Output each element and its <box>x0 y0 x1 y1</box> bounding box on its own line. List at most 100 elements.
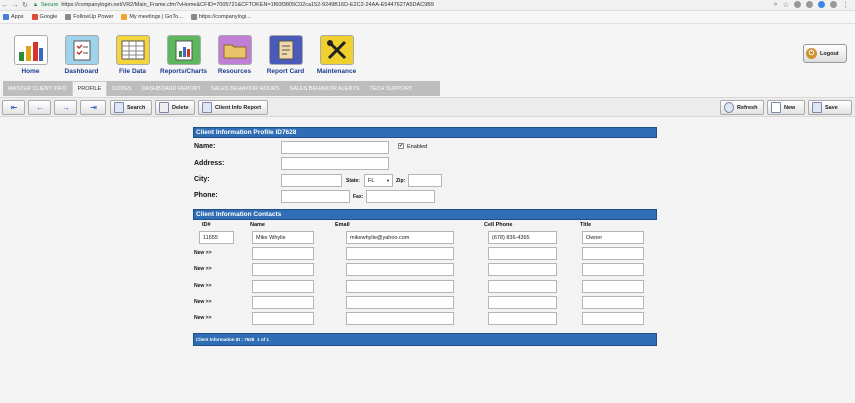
zip-input[interactable] <box>408 174 442 187</box>
extension-icon[interactable] <box>806 1 813 8</box>
new-contact-title-input[interactable] <box>582 280 644 293</box>
tab-sales-behavior-hours[interactable]: SALES BEHAVIOR HOURS <box>206 81 285 96</box>
page-icon <box>65 14 72 20</box>
previous-record-button[interactable]: ← <box>28 100 51 115</box>
new-contact-name-input[interactable] <box>252 280 314 293</box>
address-input[interactable] <box>281 157 389 170</box>
client-id-footer: Client Information ID : 7628 <box>196 337 255 342</box>
new-contact-name-input[interactable] <box>252 247 314 260</box>
tab-sales-behavior-alerts[interactable]: SALES BEHAVIOR ALERTS <box>285 81 365 96</box>
col-email: Email <box>335 222 350 228</box>
forward-icon[interactable]: → <box>10 2 20 9</box>
logout-button[interactable]: ⏻ Logout <box>803 44 847 63</box>
city-input[interactable] <box>281 174 342 187</box>
new-row-label: New >> <box>194 250 212 256</box>
bookmark-google[interactable]: Google <box>31 14 57 20</box>
main-nav: Home Dashboard File Data Reports/Charts … <box>0 24 855 75</box>
new-contact-email-input[interactable] <box>346 263 454 276</box>
contact-name-input[interactable]: Mike Whylie <box>252 231 314 244</box>
page-icon <box>190 14 197 20</box>
state-label: State: <box>346 178 360 184</box>
secure-lock-icon: 🔒︎ <box>34 1 37 8</box>
nav-report-card[interactable]: Report Card <box>260 35 311 75</box>
tab-codes[interactable]: CODES <box>107 81 137 96</box>
reload-icon[interactable]: ↻ <box>20 1 30 9</box>
bookmark-meetings[interactable]: My meetings | GoTo... <box>121 14 183 20</box>
zoom-icon[interactable]: ⌕ <box>774 1 778 9</box>
tab-dashboard-report[interactable]: DASHBOARD REPORT <box>137 81 206 96</box>
new-contact-cell-input[interactable] <box>488 280 557 293</box>
zip-label: Zip: <box>396 178 406 184</box>
contact-id-input[interactable]: 11655 <box>199 231 234 244</box>
search-icon <box>114 102 124 113</box>
new-contact-title-input[interactable] <box>582 312 644 325</box>
contact-title-input[interactable]: Owner <box>582 231 644 244</box>
app-header: Home Dashboard File Data Reports/Charts … <box>0 24 855 80</box>
next-record-button[interactable]: → <box>54 100 77 115</box>
contact-email-input[interactable]: mikewhylie@yahoo.com <box>346 231 454 244</box>
new-contact-email-input[interactable] <box>346 280 454 293</box>
new-contact-title-input[interactable] <box>582 296 644 309</box>
search-button[interactable]: Search <box>110 100 152 115</box>
bookmark-apps[interactable]: Apps <box>3 14 24 20</box>
new-contact-name-input[interactable] <box>252 296 314 309</box>
new-contact-name-input[interactable] <box>252 312 314 325</box>
new-row-label: New >> <box>194 315 212 321</box>
nav-dashboard[interactable]: Dashboard <box>56 35 107 75</box>
google-icon <box>31 14 38 20</box>
new-contact-name-input[interactable] <box>252 263 314 276</box>
new-contact-title-input[interactable] <box>582 247 644 260</box>
delete-button[interactable]: Delete <box>155 100 195 115</box>
extension-icon[interactable] <box>794 1 801 8</box>
star-icon[interactable]: ☆ <box>783 1 789 9</box>
spreadsheet-icon <box>115 35 150 65</box>
new-contact-title-input[interactable] <box>582 263 644 276</box>
new-contact-email-input[interactable] <box>346 296 454 309</box>
new-contact-cell-input[interactable] <box>488 312 557 325</box>
last-record-button[interactable]: ⇥ <box>80 100 106 115</box>
nav-file-data[interactable]: File Data <box>107 35 158 75</box>
nav-home[interactable]: Home <box>5 35 56 75</box>
nav-resources[interactable]: Resources <box>209 35 260 75</box>
new-contact-cell-input[interactable] <box>488 263 557 276</box>
name-input[interactable] <box>281 141 389 154</box>
bar-chart-icon <box>13 35 48 65</box>
client-info-report-button[interactable]: Client Info Report <box>198 100 268 115</box>
nav-maintenance[interactable]: Maintenance <box>311 35 362 75</box>
address-bar[interactable]: https://companylogin.net/VR2/Main_Frame.… <box>61 2 621 8</box>
state-select[interactable]: FL ▼ <box>364 174 393 187</box>
fax-label: Fax: <box>353 194 364 200</box>
report-icon <box>202 102 212 113</box>
contact-cell-input[interactable]: (678) 836-4365 <box>488 231 557 244</box>
extension-icon[interactable] <box>818 1 825 8</box>
nav-reports-charts[interactable]: Reports/Charts <box>158 35 209 75</box>
phone-input[interactable] <box>281 190 350 203</box>
new-contact-cell-input[interactable] <box>488 247 557 260</box>
extension-icon[interactable] <box>830 1 837 8</box>
secure-label: Secure <box>40 2 59 8</box>
bookmark-followup[interactable]: FollowUp Power <box>65 14 113 20</box>
back-icon[interactable]: ← <box>0 2 10 9</box>
new-contact-email-input[interactable] <box>346 247 454 260</box>
tab-bar: MASTER CLIENT INFO PROFILE CODES DASHBOA… <box>3 81 440 96</box>
col-title: Title <box>580 222 592 228</box>
tab-profile[interactable]: PROFILE <box>71 81 108 96</box>
first-arrow-icon: ⇤ <box>10 103 18 112</box>
trash-icon <box>159 102 169 113</box>
folder-icon <box>217 35 252 65</box>
enabled-checkbox[interactable]: ✔ <box>398 143 404 149</box>
tab-tech-support[interactable]: TECH SUPPORT <box>364 81 417 96</box>
save-button[interactable]: Save <box>808 100 852 115</box>
refresh-button[interactable]: Refresh <box>720 100 764 115</box>
new-contact-email-input[interactable] <box>346 312 454 325</box>
gotomeeting-icon <box>121 14 128 20</box>
last-arrow-icon: ⇥ <box>90 103 97 112</box>
first-record-button[interactable]: ⇤ <box>2 100 25 115</box>
menu-icon[interactable]: ⋮ <box>842 1 849 9</box>
new-contact-cell-input[interactable] <box>488 296 557 309</box>
new-button[interactable]: New <box>767 100 805 115</box>
tab-master-client-info[interactable]: MASTER CLIENT INFO <box>3 81 72 96</box>
bookmark-companylogin[interactable]: https://companylogi... <box>190 14 251 20</box>
fax-input[interactable] <box>366 190 435 203</box>
tools-icon <box>319 35 354 65</box>
